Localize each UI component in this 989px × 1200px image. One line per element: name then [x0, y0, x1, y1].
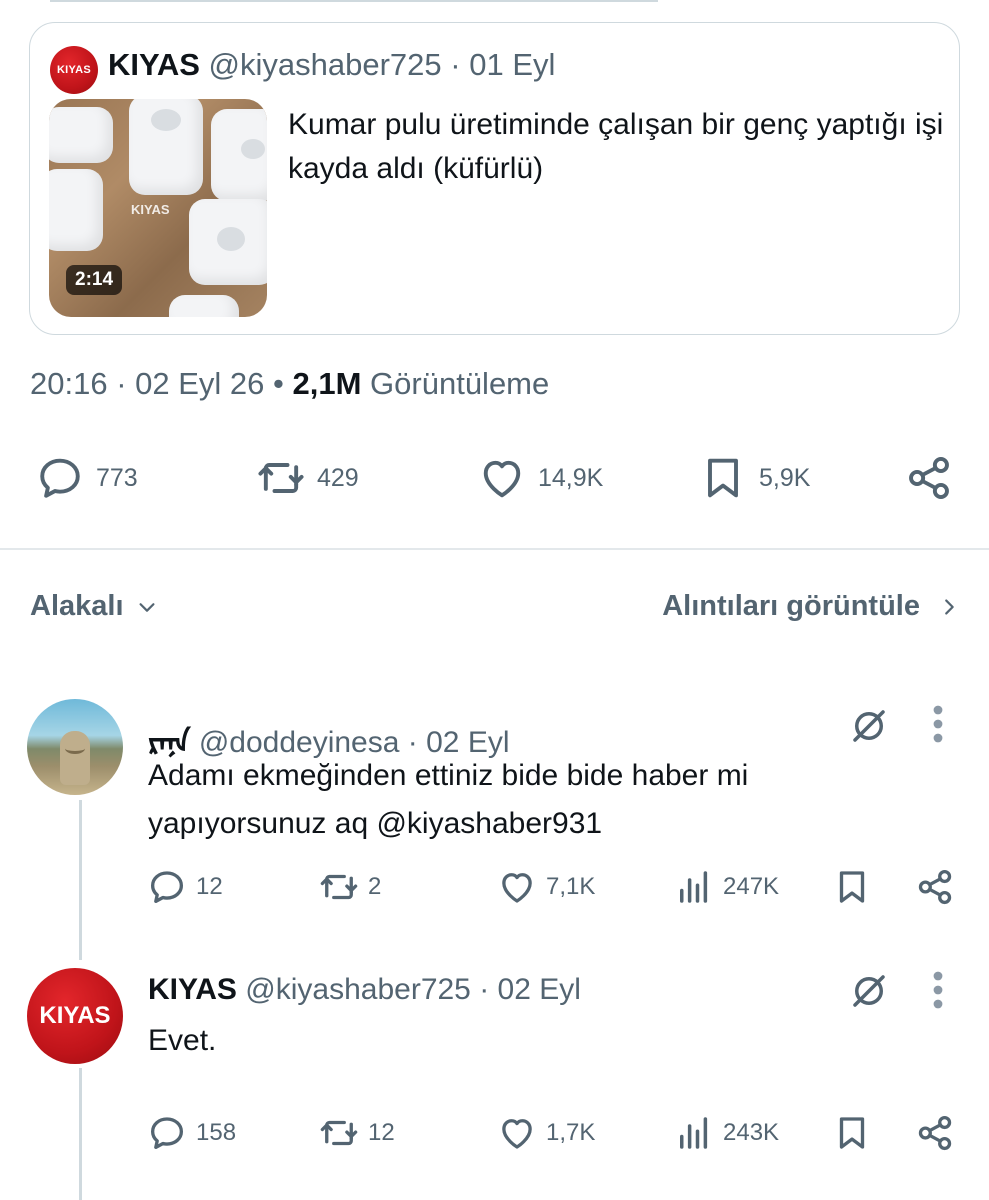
views-count: 2,1M [292, 366, 362, 401]
reply-header: KIYAS @kiyashaber725 · 02 Eyl [148, 973, 581, 1006]
retweet-button[interactable]: 12 [318, 1112, 395, 1154]
like-count: 7,1K [546, 873, 596, 900]
share-button[interactable] [914, 1112, 956, 1154]
roll-shape [169, 295, 239, 317]
chevron-right-icon [945, 598, 954, 615]
share-icon [918, 869, 952, 905]
like-icon [502, 873, 532, 903]
retweet-icon [320, 1120, 358, 1146]
share-icon [918, 1115, 952, 1151]
like-count: 14,9K [538, 463, 604, 492]
grok-icon[interactable] [848, 705, 890, 747]
roll-shape [211, 109, 267, 201]
share-icon [909, 456, 949, 500]
reply-button[interactable]: 12 [146, 866, 223, 908]
replies-sort-row: Alakalı Alıntıları görüntüle [30, 590, 960, 630]
like-icon [502, 1119, 532, 1149]
sort-label: Alakalı [30, 590, 124, 622]
bookmark-button[interactable] [831, 1112, 873, 1154]
tweet-full-date[interactable]: 02 Eyl 26 [135, 366, 264, 401]
retweet-button[interactable]: 429 [255, 452, 359, 504]
view-quotes-link[interactable]: Alıntıları görüntüle [662, 590, 960, 623]
retweet-icon [320, 874, 358, 900]
sort-dropdown[interactable]: Alakalı [30, 590, 158, 623]
avatar[interactable]: KIYAS [27, 968, 123, 1064]
author-name[interactable]: KIYAS [108, 47, 200, 82]
views-button[interactable]: 243K [673, 1112, 779, 1154]
bookmark-icon [839, 871, 865, 903]
more-icon[interactable] [928, 704, 948, 744]
reply-action-bar: 158 12 1,7K 243K [0, 1112, 989, 1162]
quoted-tweet-text: Kumar pulu üretiminde çalışan bir genç y… [288, 108, 944, 185]
reply-text: Evet. [148, 1024, 217, 1057]
reply-icon [40, 458, 80, 498]
thumbnail-watermark: KIYAS [131, 202, 170, 217]
video-duration-badge: 2:14 [66, 265, 123, 295]
share-button[interactable] [914, 866, 956, 908]
tweet-date[interactable]: 02 Eyl [498, 973, 581, 1006]
bookmark-icon [708, 458, 738, 498]
reply-button[interactable]: 773 [34, 452, 138, 504]
grok-icon[interactable] [848, 970, 890, 1012]
like-button[interactable]: 7,1K [496, 866, 595, 908]
avatar[interactable]: KIYAS [50, 46, 98, 94]
quoted-tweet-header: KIYAS @kiyashaber725 · 01 Eyl [108, 47, 555, 83]
reply-text: Adamı ekmeğinden ettiniz bide bide haber… [148, 759, 749, 840]
video-thumbnail[interactable]: KIYAS 2:14 [49, 99, 267, 317]
views-button[interactable]: 247K [673, 866, 779, 908]
section-divider [0, 548, 989, 550]
more-icon[interactable] [928, 970, 948, 1010]
like-count: 1,7K [546, 1119, 596, 1146]
retweet-count: 2 [368, 873, 382, 900]
author-handle[interactable]: @kiyashaber725 [245, 973, 471, 1006]
author-handle[interactable]: @kiyashaber725 [209, 47, 442, 82]
tweet-date[interactable]: 01 Eyl [469, 47, 555, 82]
chevron-down-icon [138, 602, 155, 612]
avatar-statue [60, 731, 90, 785]
retweet-count: 429 [317, 463, 359, 492]
roll-shape [49, 107, 113, 163]
reply-count: 12 [196, 873, 223, 900]
views-count: 247K [723, 873, 780, 900]
like-icon [483, 460, 521, 498]
retweet-icon [258, 463, 304, 493]
reply-count: 158 [196, 1119, 237, 1146]
separator: · [450, 47, 461, 82]
like-button[interactable]: 1,7K [496, 1112, 595, 1154]
share-button[interactable] [903, 452, 955, 504]
bookmark-button[interactable]: 5,9K [697, 452, 810, 504]
avatar[interactable] [27, 699, 123, 795]
like-button[interactable]: 14,9K [476, 452, 603, 504]
bookmark-icon [839, 1117, 865, 1149]
reply-button[interactable]: 158 [146, 1112, 236, 1154]
retweet-button[interactable]: 2 [318, 866, 381, 908]
bookmark-count: 5,9K [759, 463, 811, 492]
author-name[interactable]: KIYAS [148, 973, 237, 1006]
reply-action-bar: 12 2 7,1K 247K [0, 866, 989, 916]
tweet-action-bar: 773 429 14,9K 5,9K [0, 452, 989, 512]
top-divider [50, 0, 658, 2]
roll-shape [49, 169, 103, 251]
views-icon [680, 871, 708, 903]
roll-shape [129, 99, 203, 195]
roll-shape [189, 199, 267, 285]
views-count: 243K [723, 1119, 780, 1146]
tweet-meta: 20:16 · 02 Eyl 26 • 2,1M Görüntüleme [30, 366, 550, 401]
quoted-tweet-card[interactable]: KIYAS KIYAS @kiyashaber725 · 01 Eyl KIYA… [29, 22, 960, 335]
views-icon [680, 1117, 708, 1149]
reply-icon [150, 871, 184, 904]
views-label: Görüntüleme [370, 366, 550, 401]
tweet-time[interactable]: 20:16 [30, 366, 108, 401]
reply-icon [150, 1117, 184, 1150]
bookmark-button[interactable] [831, 866, 873, 908]
view-quotes-label: Alıntıları görüntüle [662, 590, 920, 622]
reply-count: 773 [96, 463, 138, 492]
retweet-count: 12 [368, 1119, 395, 1146]
